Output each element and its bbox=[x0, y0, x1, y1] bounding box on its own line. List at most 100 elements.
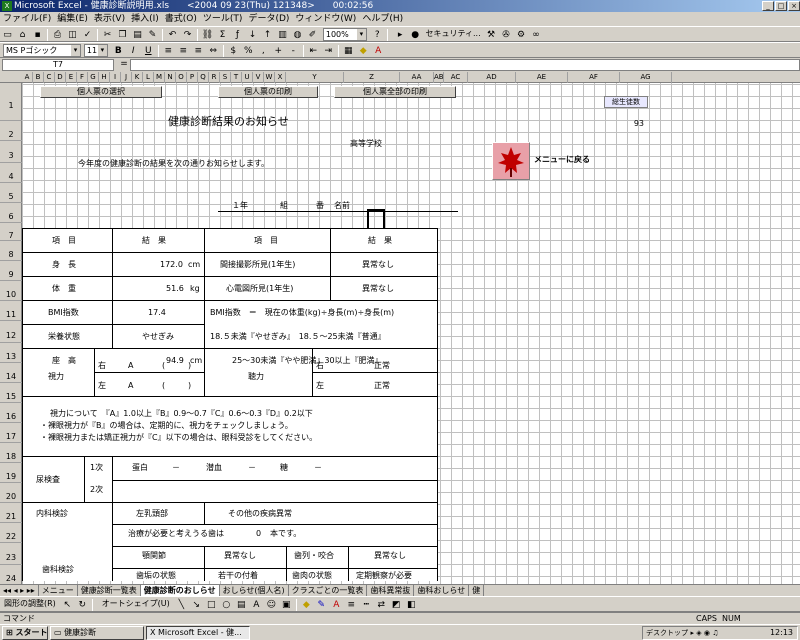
column-header-ac[interactable]: AC bbox=[444, 72, 468, 83]
tab-class-list[interactable]: クラスごとの一覧表 bbox=[289, 585, 368, 596]
print-record-button[interactable]: 個人票の印刷 bbox=[218, 86, 318, 98]
clipart-icon[interactable]: ☺ bbox=[264, 598, 279, 611]
chart-wizard-icon[interactable]: ▥ bbox=[275, 28, 290, 41]
increase-decimal-icon[interactable]: + bbox=[271, 44, 286, 57]
rectangle-icon[interactable]: □ bbox=[204, 598, 219, 611]
column-header-l[interactable]: L bbox=[143, 72, 154, 83]
undo-icon[interactable]: ↶ bbox=[165, 28, 180, 41]
row-header-16[interactable]: 16 bbox=[0, 403, 22, 423]
close-button[interactable]: × bbox=[788, 1, 800, 11]
column-header-q[interactable]: Q bbox=[198, 72, 209, 83]
tab-nav-icon[interactable]: ◂◂ ◂ ▸ ▸▸ bbox=[0, 585, 39, 596]
column-header-o[interactable]: O bbox=[176, 72, 187, 83]
tab-health[interactable]: 健 bbox=[469, 585, 485, 596]
column-header-p[interactable]: P bbox=[187, 72, 198, 83]
row-header-2[interactable]: 2 bbox=[0, 121, 22, 141]
redo-icon[interactable]: ↷ bbox=[180, 28, 195, 41]
column-header-i[interactable]: I bbox=[110, 72, 121, 83]
print-icon[interactable]: ⎙ bbox=[50, 28, 65, 41]
increase-indent-icon[interactable]: ⇥ bbox=[321, 44, 336, 57]
formula-input[interactable] bbox=[130, 59, 800, 71]
open-icon[interactable]: ⌂ bbox=[15, 28, 30, 41]
rotate-icon[interactable]: ↻ bbox=[75, 598, 90, 611]
column-header-ab[interactable]: AB bbox=[434, 72, 444, 83]
comma-icon[interactable]: , bbox=[256, 44, 271, 57]
menu-view[interactable]: 表示(V) bbox=[91, 12, 128, 26]
row-header-22[interactable]: 22 bbox=[0, 523, 22, 543]
column-header-m[interactable]: M bbox=[154, 72, 165, 83]
column-header-s[interactable]: S bbox=[220, 72, 231, 83]
run-macro-icon[interactable]: ▸ bbox=[393, 28, 408, 41]
copy-icon[interactable]: ❐ bbox=[115, 28, 130, 41]
row-header-5[interactable]: 5 bbox=[0, 183, 22, 203]
tab-list[interactable]: 健康診断一覧表 bbox=[78, 585, 141, 596]
column-header-a[interactable]: A bbox=[22, 72, 33, 83]
autoshape-menu[interactable]: オートシェイプ(U) bbox=[98, 599, 174, 608]
name-box[interactable]: T7 bbox=[2, 59, 114, 71]
menu-help[interactable]: ヘルプ(H) bbox=[359, 12, 406, 26]
toolbox-icon[interactable]: ✇ bbox=[499, 28, 514, 41]
column-header-c[interactable]: C bbox=[44, 72, 55, 83]
textbox-icon[interactable]: ▤ bbox=[234, 598, 249, 611]
column-header-b[interactable]: B bbox=[33, 72, 44, 83]
oval-icon[interactable]: ○ bbox=[219, 598, 234, 611]
column-header-r[interactable]: R bbox=[209, 72, 220, 83]
maximize-button[interactable]: □ bbox=[775, 1, 787, 11]
row-header-23[interactable]: 23 bbox=[0, 543, 22, 565]
row-header-11[interactable]: 11 bbox=[0, 301, 22, 321]
dash-style-icon[interactable]: ┅ bbox=[359, 598, 374, 611]
start-button[interactable]: ⊞ スタート bbox=[2, 626, 48, 640]
row-header-18[interactable]: 18 bbox=[0, 443, 22, 463]
format-painter-icon[interactable]: ✎ bbox=[145, 28, 160, 41]
zoom-select[interactable]: 100% bbox=[322, 28, 367, 41]
spell-icon[interactable]: ✓ bbox=[80, 28, 95, 41]
menu-format[interactable]: 書式(O) bbox=[162, 12, 200, 26]
italic-button[interactable]: I bbox=[126, 44, 141, 57]
row-header-9[interactable]: 9 bbox=[0, 261, 22, 281]
column-header-t[interactable]: T bbox=[231, 72, 242, 83]
tab-dental-extract[interactable]: 歯科異常抜 bbox=[367, 585, 415, 596]
font-size-select[interactable]: 11 bbox=[83, 44, 108, 57]
column-header-k[interactable]: K bbox=[132, 72, 143, 83]
tab-menu[interactable]: メニュー bbox=[39, 585, 78, 596]
menu-file[interactable]: ファイル(F) bbox=[0, 12, 54, 26]
picture-icon[interactable]: ▣ bbox=[279, 598, 294, 611]
row-header-17[interactable]: 17 bbox=[0, 423, 22, 443]
new-icon[interactable]: ▭ bbox=[0, 28, 15, 41]
taskbar-item-folder[interactable]: ▭ 健康診断 bbox=[50, 626, 144, 640]
print-all-button[interactable]: 個人票全部の印刷 bbox=[334, 86, 456, 98]
column-header-h[interactable]: H bbox=[99, 72, 110, 83]
row-header-8[interactable]: 8 bbox=[0, 241, 22, 261]
row-header-1[interactable]: 1 bbox=[0, 83, 22, 121]
column-header-v[interactable]: V bbox=[253, 72, 264, 83]
currency-icon[interactable]: $ bbox=[226, 44, 241, 57]
column-header-d[interactable]: D bbox=[55, 72, 66, 83]
row-header-3[interactable]: 3 bbox=[0, 141, 22, 163]
line-icon[interactable]: ╲ bbox=[174, 598, 189, 611]
drawing-icon[interactable]: ✐ bbox=[305, 28, 320, 41]
script-icon[interactable]: ∞ bbox=[529, 28, 544, 41]
menu-edit[interactable]: 編集(E) bbox=[54, 12, 91, 26]
column-header-ae[interactable]: AE bbox=[516, 72, 568, 83]
row-header-14[interactable]: 14 bbox=[0, 363, 22, 383]
merge-center-icon[interactable]: ⇔ bbox=[206, 44, 221, 57]
row-header-21[interactable]: 21 bbox=[0, 503, 22, 523]
row-header-19[interactable]: 19 bbox=[0, 463, 22, 483]
record-icon[interactable]: ● bbox=[408, 28, 423, 41]
align-right-icon[interactable]: ≡ bbox=[191, 44, 206, 57]
taskbar-item-excel[interactable]: X Microsoft Excel - 健... bbox=[146, 626, 250, 640]
select-arrow-icon[interactable]: ↖ bbox=[60, 598, 75, 611]
column-header-f[interactable]: F bbox=[77, 72, 88, 83]
arrow-icon[interactable]: ↘ bbox=[189, 598, 204, 611]
column-header-g[interactable]: G bbox=[88, 72, 99, 83]
arrow-style-icon[interactable]: ⇄ bbox=[374, 598, 389, 611]
underline-button[interactable]: U bbox=[141, 44, 156, 57]
sort-asc-icon[interactable]: ↓ bbox=[245, 28, 260, 41]
tab-notice-name[interactable]: おしらせ(個人名) bbox=[220, 585, 289, 596]
row-header-15[interactable]: 15 bbox=[0, 383, 22, 403]
row-header-24[interactable]: 24 bbox=[0, 565, 22, 584]
select-record-button[interactable]: 個人票の選択 bbox=[40, 86, 162, 98]
column-header-ag[interactable]: AG bbox=[620, 72, 672, 83]
design-icon[interactable]: ⚙ bbox=[514, 28, 529, 41]
borders-icon[interactable]: ▦ bbox=[341, 44, 356, 57]
